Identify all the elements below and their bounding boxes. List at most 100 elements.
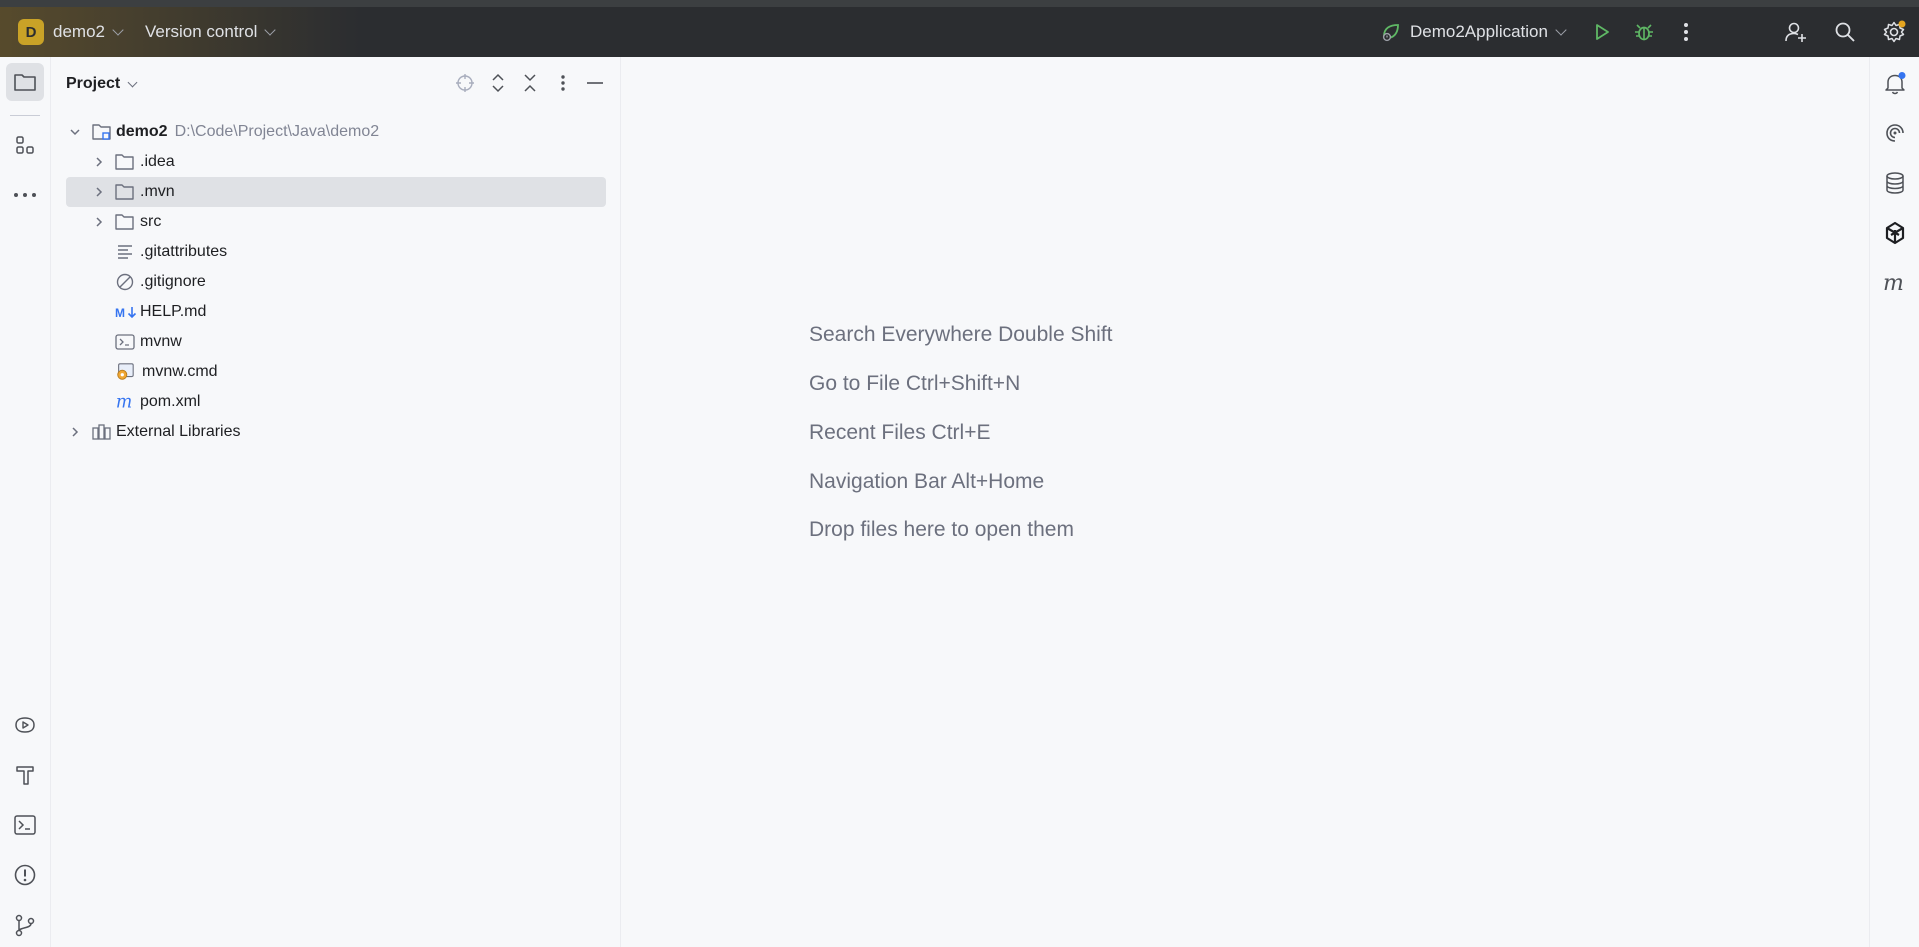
maven-tool-button[interactable]: m [1876,264,1914,302]
chevron-right-icon[interactable] [91,154,107,170]
tree-row-src[interactable]: src [51,207,621,237]
tree-label: .gitignore [140,273,206,290]
more-horizontal-icon [14,193,36,197]
project-view-selector[interactable]: Project [66,73,138,95]
tree-label: .gitattributes [140,243,228,260]
notifications-button[interactable] [1876,64,1914,102]
git-tool-button[interactable] [6,906,44,944]
ai-plugin-button[interactable] [1876,214,1914,252]
ai-assistant-button[interactable] [1876,114,1914,152]
minimize-icon [587,82,603,84]
search-icon [1835,22,1855,42]
tree-label: External Libraries [116,423,241,440]
right-tool-strip: m [1869,57,1919,947]
search-everywhere-button[interactable] [1828,7,1862,57]
expand-all-icon [492,73,504,93]
more-vertical-icon [1684,23,1688,41]
cmd-script-icon [115,362,135,382]
tree-label: mvnw.cmd [142,363,218,380]
tree-label: .mvn [140,183,175,200]
run-configuration-name: Demo2Application [1410,22,1548,41]
run-configuration-selector[interactable]: Demo2Application [1380,7,1567,57]
chevron-down-icon [1555,24,1567,36]
chevron-right-icon[interactable] [67,424,83,440]
settings-button[interactable] [1877,7,1911,57]
services-icon [15,717,35,733]
project-selector[interactable]: D demo2 [18,7,124,57]
text-file-icon [115,242,135,262]
ignore-file-icon [115,272,135,292]
more-tool-windows-button[interactable] [6,176,44,214]
library-icon [92,422,112,442]
tree-row-external-libraries[interactable]: External Libraries [51,417,621,447]
warning-circle-icon [14,864,36,886]
chevron-down-icon [264,24,277,36]
expand-all-button[interactable] [484,69,512,97]
more-actions-button[interactable] [1669,7,1703,57]
folder-icon [115,182,135,202]
project-tool-window: Project demo2 D:\Code\Project\Java\demo2 … [51,57,621,947]
tree-row-mvnw[interactable]: mvnw [51,327,621,357]
hint-drop-files: Drop files here to open them [809,518,1074,541]
terminal-icon [14,815,36,835]
svg-text:M: M [115,306,125,319]
project-badge: D [18,19,44,45]
tree-row-demo2[interactable]: demo2 D:\Code\Project\Java\demo2 [51,117,621,147]
debug-button[interactable] [1627,7,1661,57]
code-with-me-button[interactable] [1779,7,1813,57]
database-icon [1886,172,1904,194]
run-button[interactable] [1585,7,1619,57]
chevron-down-icon [112,24,124,36]
tree-label: src [140,213,162,230]
hide-panel-button[interactable] [581,69,609,97]
panel-options-button[interactable] [549,69,577,97]
gear-icon [1883,20,1906,43]
ai-assistant-icon [1886,124,1904,142]
hint-search-everywhere: Search Everywhere Double Shift [809,323,1113,346]
build-tool-button[interactable] [6,756,44,794]
chevron-right-icon[interactable] [91,214,107,230]
markdown-icon: M [115,302,139,322]
structure-tool-button[interactable] [6,126,44,164]
tree-label: .idea [140,153,175,170]
module-folder-icon [92,122,112,142]
project-tool-button[interactable] [6,63,44,101]
git-branch-icon [15,914,35,937]
select-opened-file-button[interactable] [451,69,479,97]
tree-row-mvn[interactable]: .mvn [51,177,621,207]
hint-recent-files: Recent Files Ctrl+E [809,421,991,444]
tree-label: demo2 [116,123,168,140]
maven-icon: m [115,392,135,412]
svg-text:m: m [1883,272,1904,294]
tree-row-help-md[interactable]: M HELP.md [51,297,621,327]
terminal-tool-button[interactable] [6,806,44,844]
chevron-right-icon[interactable] [91,184,107,200]
tree-row-gitattributes[interactable]: .gitattributes [51,237,621,267]
spring-boot-icon [1380,21,1402,43]
openai-knot-icon [1885,221,1905,245]
tree-row-gitignore[interactable]: .gitignore [51,267,621,297]
tree-row-pom-xml[interactable]: m pom.xml [51,387,621,417]
editor-area[interactable]: Search Everywhere Double Shift Go to Fil… [621,57,1869,947]
chevron-down-icon[interactable] [67,124,83,140]
version-control-menu[interactable]: Version control [145,7,277,57]
crosshair-icon [456,74,474,92]
svg-text:m: m [116,393,132,411]
shell-script-icon [115,332,135,352]
services-tool-button[interactable] [6,706,44,744]
structure-icon [16,136,34,154]
tree-row-idea[interactable]: .idea [51,147,621,177]
tree-label: HELP.md [140,303,207,320]
hint-navigation-bar: Navigation Bar Alt+Home [809,470,1045,493]
hammer-icon [16,766,34,785]
database-button[interactable] [1876,164,1914,202]
folder-icon [115,212,135,232]
more-vertical-icon [561,75,565,91]
problems-tool-button[interactable] [6,856,44,894]
tree-row-mvnw-cmd[interactable]: mvnw.cmd [51,357,621,387]
collapse-all-button[interactable] [516,69,544,97]
bug-icon [1635,24,1653,41]
chevron-down-icon [127,77,138,87]
maven-icon: m [1883,272,1904,294]
bell-icon [1885,72,1906,95]
